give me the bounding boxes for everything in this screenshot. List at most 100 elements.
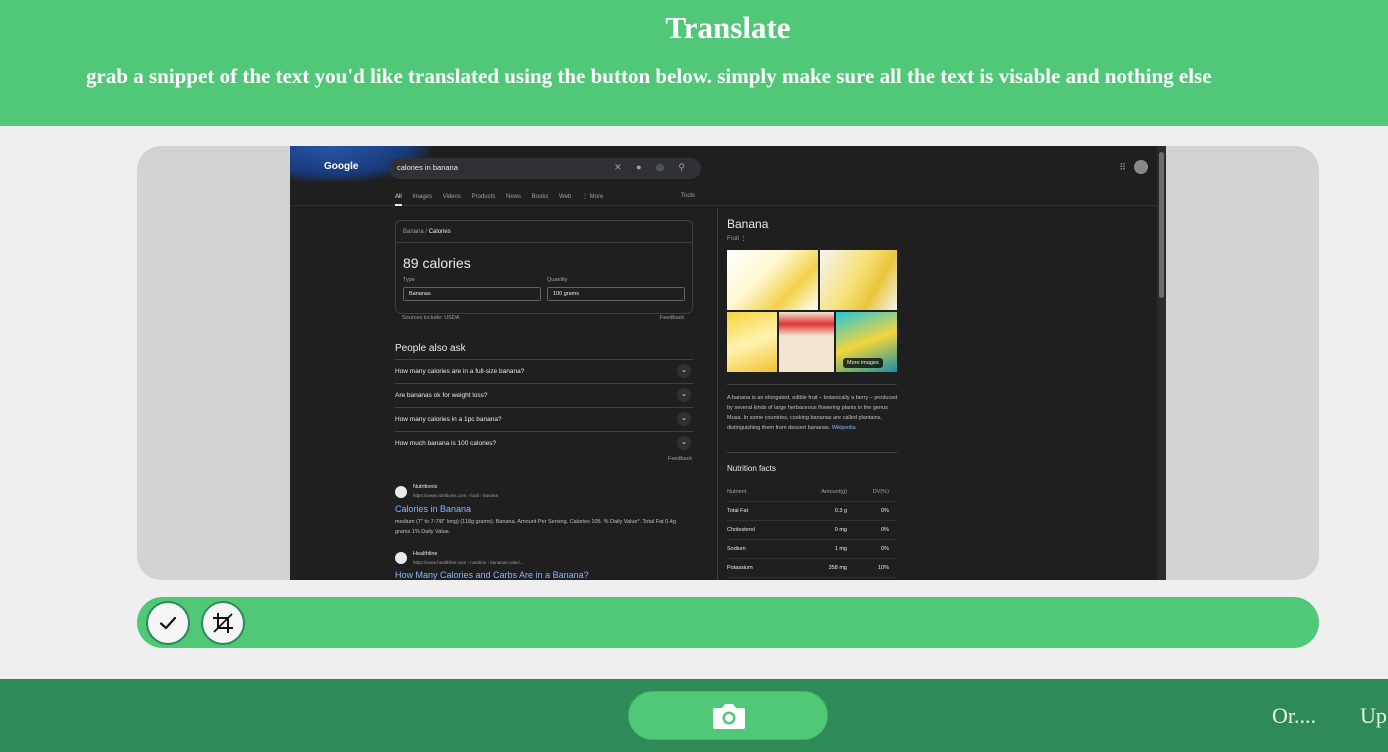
- paa-question: How many calories in a 1pc banana? ⌄: [395, 407, 693, 431]
- nutrition-row: Cholesterol 0 mg 0%: [727, 521, 897, 540]
- description-text: A banana is an elongated, edible fruit –…: [727, 395, 898, 431]
- crumb-separator: /: [425, 229, 428, 235]
- quantity-select: 100 grams: [547, 287, 685, 301]
- knowledge-panel-divider: [727, 452, 897, 453]
- scrollbar-thumb: [1159, 152, 1164, 298]
- tab-news: News: [505, 194, 521, 200]
- chevron-down-icon: ⌄: [677, 436, 691, 450]
- nutrition-row: Potassium 358 mg 10%: [727, 559, 897, 578]
- nutrient-dv: 0%: [881, 546, 889, 552]
- capture-button[interactable]: [628, 691, 828, 740]
- result-url: https://www.nutritionix.com › food › ban…: [413, 493, 499, 498]
- result-title: Calories in Banana: [395, 504, 472, 514]
- nutritionix-favicon: [395, 486, 407, 498]
- banana-image-grid: [727, 250, 897, 372]
- nutrient-name: Potassium: [727, 565, 753, 571]
- paa-question: How many calories are in a full-size ban…: [395, 359, 693, 383]
- nutrient-name: Cholesterol: [727, 527, 755, 533]
- crop-icon: [213, 613, 233, 633]
- edit-toolbar: [137, 597, 1319, 648]
- tab-images: Images: [412, 194, 433, 200]
- banana-image: [820, 250, 897, 310]
- result-title: How Many Calories and Carbs Are in a Ban…: [395, 570, 589, 580]
- check-icon: [159, 616, 177, 630]
- search-query: calories in banana: [397, 163, 458, 172]
- header: Translate grab a snippet of the text you…: [0, 0, 1388, 126]
- doodle-logo-text: Google: [324, 161, 359, 172]
- tab-books: Books: [531, 194, 549, 200]
- scrollbar: [1157, 146, 1166, 580]
- tab-all: All: [395, 194, 402, 206]
- knowledge-panel-description: A banana is an elongated, edible fruit –…: [727, 393, 899, 433]
- crumb-banana: Banana: [403, 229, 424, 235]
- banana-image: [727, 250, 818, 310]
- page-instructions: grab a snippet of the text you'd like tr…: [86, 64, 1212, 88]
- search-box-icons: ✕ ● ◎ ⚲: [614, 162, 691, 172]
- knowledge-panel-divider: [717, 208, 718, 580]
- wikipedia-link: Wikipedia: [831, 425, 856, 431]
- nutrient-amount: 358 mg: [828, 565, 847, 571]
- nutrition-facts-title: Nutrition facts: [727, 464, 776, 473]
- nutrition-header-row: Nutrient Amount(g) DV(%): [727, 483, 897, 502]
- nutrient-dv: 10%: [877, 565, 889, 571]
- tools-label: Tools: [681, 193, 696, 199]
- nutrient-dv: 0%: [881, 527, 889, 533]
- or-label: Or....: [1272, 703, 1316, 728]
- calorie-source: Sources include: USDA: [402, 315, 460, 321]
- paa-question: Are bananas ok for weight loss? ⌄: [395, 383, 693, 407]
- paa-question-text: Are bananas ok for weight loss?: [395, 392, 488, 399]
- calorie-breadcrumb: Banana / Calories: [403, 229, 451, 235]
- calorie-feedback: Feedback: [660, 315, 685, 321]
- result-url: https://www.healthline.com › nutrition ›…: [413, 560, 524, 565]
- calorie-divider: [396, 242, 692, 243]
- chevron-down-icon: ⌄: [677, 364, 691, 378]
- search-box: calories in banana ✕ ● ◎ ⚲: [389, 158, 701, 179]
- tab-products: Products: [471, 194, 496, 200]
- nutrient-name: Total Fat: [727, 508, 749, 514]
- nutrient-amount: 1 mg: [834, 546, 847, 552]
- knowledge-panel-subtitle: Fruit ⋮: [727, 236, 747, 242]
- dv-header: DV(%): [872, 489, 889, 495]
- type-label: Type: [403, 277, 415, 283]
- more-images-label: More images: [843, 358, 883, 368]
- paa-feedback: Feedback: [668, 456, 693, 462]
- chevron-down-icon: ⌄: [677, 388, 691, 402]
- nutrient-header: Nutrient: [727, 489, 747, 495]
- result-snippet: medium (7" to 7-7/8" long) (118g grams).…: [395, 519, 676, 535]
- paa-question-text: How much banana is 100 calories?: [395, 440, 497, 447]
- quantity-label: Quantity: [547, 277, 568, 283]
- result-site-name: Healthline: [413, 551, 438, 557]
- confirm-button[interactable]: [146, 601, 190, 645]
- nutrient-name: Sodium: [727, 546, 746, 552]
- paa-question: How much banana is 100 calories? ⌄: [395, 431, 693, 455]
- nutrient-amount: 0.3 g: [834, 508, 847, 514]
- tab-web: Web: [559, 194, 572, 200]
- chevron-down-icon: ⌄: [677, 412, 691, 426]
- paa-question-text: How many calories are in a full-size ban…: [395, 368, 525, 375]
- result-site-name: Nutritionix: [413, 484, 438, 490]
- camera-icon: [713, 704, 745, 729]
- tab-videos: Videos: [442, 194, 461, 200]
- calorie-card: Banana / Calories 89 calories Type Quant…: [395, 220, 693, 314]
- nutrition-row: Sodium 1 mg 0%: [727, 540, 897, 559]
- healthline-favicon: [395, 552, 407, 564]
- page-title: Translate: [665, 10, 791, 45]
- nutrient-amount: 0 mg: [834, 527, 847, 533]
- tab-more: ⋮ More: [581, 194, 604, 200]
- knowledge-panel-title: Banana: [727, 217, 769, 231]
- avatar: [1134, 160, 1148, 174]
- banana-chart-image: [727, 312, 777, 372]
- captured-screenshot[interactable]: Google calories in banana ✕ ● ◎ ⚲ ⠿ All …: [290, 146, 1166, 580]
- upload-link[interactable]: Up: [1360, 703, 1387, 729]
- nutrition-row: Total Fat 0.3 g 0%: [727, 502, 897, 521]
- crop-button[interactable]: [201, 601, 245, 645]
- footer-bar: Or.... Up: [0, 679, 1388, 752]
- nutrient-dv: 0%: [881, 508, 889, 514]
- amount-header: Amount(g): [821, 489, 847, 495]
- knowledge-panel-divider: [727, 384, 897, 385]
- type-select: Bananas: [403, 287, 541, 301]
- search-tabs: All Images Videos Products News Books We…: [395, 193, 612, 206]
- people-also-ask-title: People also ask: [395, 343, 466, 354]
- crumb-calories: Calories: [428, 229, 451, 235]
- fruit-comparison-image: [779, 312, 834, 372]
